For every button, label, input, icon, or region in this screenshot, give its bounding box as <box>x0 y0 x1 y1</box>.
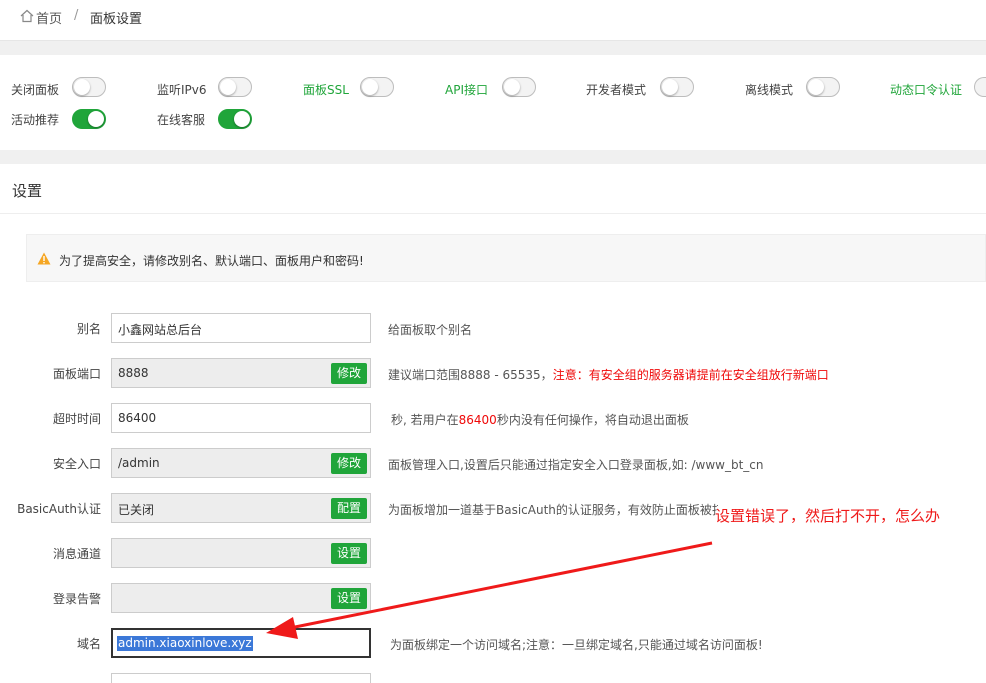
timeout-row: 超时时间 86400 秒, 若用户在86400秒内没有任何操作，将自动退出面板 <box>0 403 986 433</box>
toggle-label: 离线模式 <box>745 82 794 97</box>
domain-label: 域名 <box>76 637 101 651</box>
message-set-button[interactable]: 设置 <box>330 543 367 564</box>
settings-title: 设置 <box>12 182 43 200</box>
toggle-label: 关闭面板 <box>11 82 60 97</box>
api-switch[interactable] <box>502 77 536 97</box>
port-desc: 建议端口范围8888 - 65535，注意：有安全组的服务器请提前在安全组放行新… <box>388 366 829 383</box>
next-input[interactable] <box>111 673 371 683</box>
ipv6-switch[interactable] <box>218 77 252 97</box>
basicauth-config-button[interactable]: 配置 <box>330 498 367 519</box>
domain-value: admin.xiaoxinlove.xyz <box>117 636 253 651</box>
basicauth-value: 已关闭 <box>118 503 155 517</box>
toggle-api: API接口 <box>445 77 488 101</box>
toggle-developer: 开发者模式 <box>586 77 646 101</box>
domain-desc: 为面板绑定一个访问域名;注意：一旦绑定域名,只能通过域名访问面板! <box>390 638 763 652</box>
activity-switch[interactable] <box>72 109 106 129</box>
alarm-row: 登录告警 设置 <box>0 583 986 613</box>
toggle-ssl: 面板SSL <box>303 77 349 101</box>
toggle-label: 在线客服 <box>157 112 206 127</box>
annotation-text: 设置错误了，然后打不开，怎么办 <box>715 507 941 525</box>
port-modify-button[interactable]: 修改 <box>330 363 367 384</box>
toggle-offline: 离线模式 <box>745 77 793 101</box>
basicauth-input: 已关闭 配置 <box>111 493 371 523</box>
port-desc-warning: 注意：有安全组的服务器请提前在安全组放行新端口 <box>552 368 829 382</box>
warning-icon <box>37 252 51 265</box>
breadcrumb-separator: / <box>74 8 79 23</box>
toggle-otp: 动态口令认证 <box>890 77 962 101</box>
warning-text: 为了提高安全，请修改别名、默认端口、面板用户和密码! <box>59 254 364 268</box>
breadcrumb: 首页 / 面板设置 <box>0 0 986 41</box>
section-gap <box>0 150 986 164</box>
toggle-close-panel: 关闭面板 <box>11 77 59 101</box>
port-value: 8888 <box>118 366 149 380</box>
entry-modify-button[interactable]: 修改 <box>330 453 367 474</box>
port-label: 面板端口 <box>52 367 101 381</box>
toggle-label: 监听IPv6 <box>157 82 207 97</box>
divider <box>0 213 986 214</box>
alias-row: 别名 小鑫网站总后台 给面板取个别名 <box>0 313 986 343</box>
port-desc-text: 建议端口范围8888 - 65535， <box>388 368 553 382</box>
developer-switch[interactable] <box>660 77 694 97</box>
timeout-desc-value: 86400 <box>458 413 497 427</box>
alias-input[interactable]: 小鑫网站总后台 <box>111 313 371 343</box>
message-row: 消息通道 设置 <box>0 538 986 568</box>
section-gap <box>0 41 986 55</box>
alias-desc: 给面板取个别名 <box>388 323 473 337</box>
domain-input[interactable]: admin.xiaoxinlove.xyz <box>111 628 371 658</box>
alias-label: 别名 <box>76 322 101 336</box>
toggle-activity: 活动推荐 <box>11 107 59 131</box>
close-panel-switch[interactable] <box>72 77 106 97</box>
breadcrumb-home-link[interactable]: 首页 <box>36 8 62 27</box>
domain-row: 域名 admin.xiaoxinlove.xyz 为面板绑定一个访问域名;注意：… <box>0 628 986 658</box>
basicauth-label: BasicAuth认证 <box>17 502 101 516</box>
home-icon[interactable] <box>20 9 34 23</box>
message-input: 设置 <box>111 538 371 568</box>
online-service-switch[interactable] <box>218 109 252 129</box>
otp-switch[interactable] <box>974 77 986 97</box>
toggle-ipv6: 监听IPv6 <box>157 77 207 101</box>
message-label: 消息通道 <box>52 547 101 561</box>
entry-input: /admin 修改 <box>111 448 371 478</box>
entry-row: 安全入口 /admin 修改 面板管理入口,设置后只能通过指定安全入口登录面板,… <box>0 448 986 478</box>
breadcrumb-current: 面板设置 <box>90 12 143 27</box>
timeout-desc: 秒, 若用户在86400秒内没有任何操作，将自动退出面板 <box>391 411 689 428</box>
timeout-label: 超时时间 <box>52 412 101 426</box>
toggle-online-service: 在线客服 <box>157 107 205 131</box>
warning-banner: 为了提高安全，请修改别名、默认端口、面板用户和密码! <box>26 234 986 282</box>
offline-switch[interactable] <box>806 77 840 97</box>
ssl-switch[interactable] <box>360 77 394 97</box>
entry-label: 安全入口 <box>52 457 101 471</box>
timeout-desc-pre: 秒, 若用户在 <box>391 413 459 427</box>
alias-value: 小鑫网站总后台 <box>118 323 203 337</box>
toggle-label: 开发者模式 <box>586 82 647 97</box>
alarm-input: 设置 <box>111 583 371 613</box>
timeout-value: 86400 <box>118 411 157 425</box>
entry-value: /admin <box>118 456 160 470</box>
toggle-label[interactable]: API接口 <box>445 81 488 98</box>
toggle-label[interactable]: 面板SSL <box>303 81 349 98</box>
alarm-set-button[interactable]: 设置 <box>330 588 367 609</box>
timeout-input[interactable]: 86400 <box>111 403 371 433</box>
toggle-panel: 关闭面板 监听IPv6 面板SSL API接口 开发者模式 离线模式 动态口令认… <box>0 55 986 150</box>
toggle-label[interactable]: 动态口令认证 <box>890 81 962 98</box>
entry-desc: 面板管理入口,设置后只能通过指定安全入口登录面板,如: /www_bt_cn <box>388 458 764 472</box>
toggle-label: 活动推荐 <box>11 112 60 127</box>
port-input: 8888 修改 <box>111 358 371 388</box>
timeout-desc-post: 秒内没有任何操作，将自动退出面板 <box>496 413 689 427</box>
basicauth-desc: 为面板增加一道基于BasicAuth的认证服务，有效防止面板被扫 <box>388 503 718 517</box>
alarm-label: 登录告警 <box>52 592 101 606</box>
port-row: 面板端口 8888 修改 建议端口范围8888 - 65535，注意：有安全组的… <box>0 358 986 388</box>
